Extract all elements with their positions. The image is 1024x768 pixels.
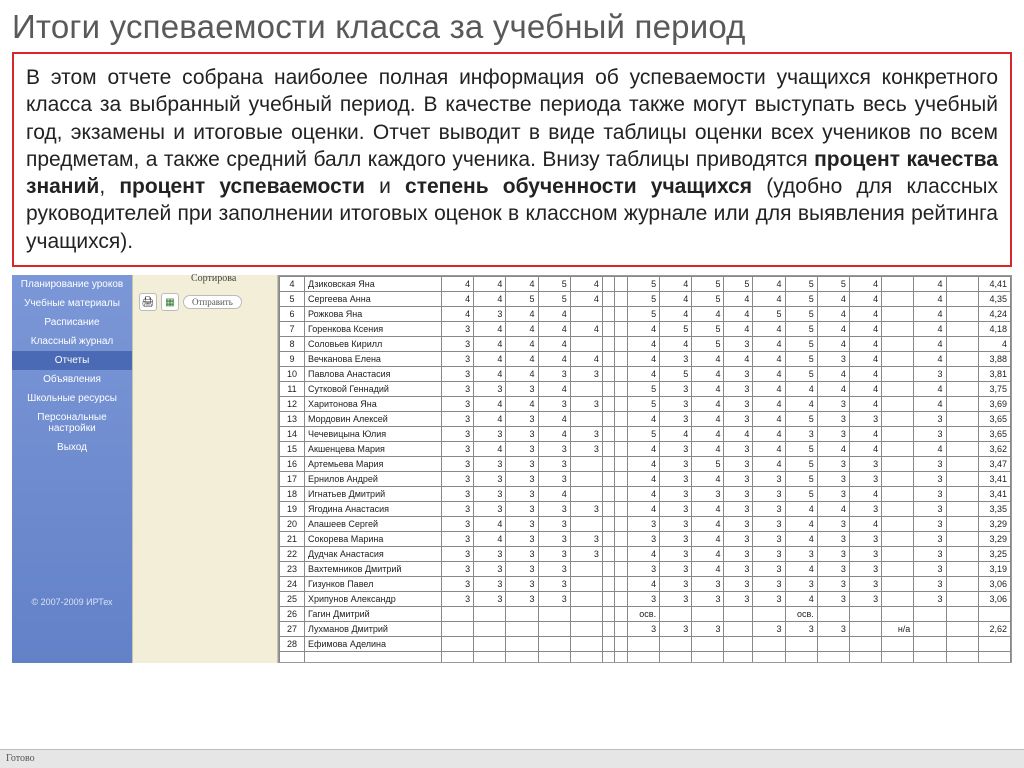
table-row: 13Мордовин Алексей34344343453333,65 [280, 412, 1011, 427]
table-row: 20Апашеев Сергей34333343343433,29 [280, 517, 1011, 532]
table-row: 22Дудчак Анастасия333334343333333,25 [280, 547, 1011, 562]
sidebar-item-resources[interactable]: Школьные ресурсы [12, 389, 132, 408]
table-row: 9Вечканова Елена344444344453443,88 [280, 352, 1011, 367]
copyright: © 2007-2009 ИРТех [12, 597, 132, 607]
excel-icon[interactable]: ▦ [161, 293, 179, 311]
table-row: 11Сутковой Геннадий33345343444443,75 [280, 382, 1011, 397]
table-row: 5Сергеева Анна445545454454444,35 [280, 292, 1011, 307]
table-row: 16Артемьева Мария33334353453333,47 [280, 457, 1011, 472]
table-row: 8Соловьев Кирилл34444453454444 [280, 337, 1011, 352]
table-row: 19Ягодина Анастасия333334343344333,35 [280, 502, 1011, 517]
grades-table-wrap[interactable]: 4Дзиковская Яна444545455455444,415Сергее… [278, 275, 1012, 663]
sidebar-item-schedule[interactable]: Расписание [12, 313, 132, 332]
grades-table: 4Дзиковская Яна444545455455444,415Сергее… [279, 276, 1011, 663]
table-row: 7Горенкова Ксения344444554454444,18 [280, 322, 1011, 337]
sidebar-item-reports[interactable]: Отчеты [12, 351, 132, 370]
sidebar-item-planning[interactable]: Планирование уроков [12, 275, 132, 294]
page-title: Итоги успеваемости класса за учебный пер… [12, 8, 1012, 46]
sidebar-item-settings[interactable]: Персональные настройки [12, 408, 132, 438]
table-row: 27Лухманов Дмитрий333333н/а2,62 [280, 622, 1011, 637]
table-row: 4Дзиковская Яна444545455455444,41 [280, 277, 1011, 292]
table-row: 10Павлова Анастасия344334543454433,81 [280, 367, 1011, 382]
app-window: Планирование уроков Учебные материалы Ра… [12, 275, 1012, 663]
table-row: 14Чечевицына Юлия333435444433433,65 [280, 427, 1011, 442]
table-row: 15Акшенцева Мария343334343454443,62 [280, 442, 1011, 457]
table-row: 24Гизунков Павел33334333333333,06 [280, 577, 1011, 592]
table-row: 17Ернилов Андрей33334343353333,41 [280, 472, 1011, 487]
toolbar-panel: Сортирова 🖨 ▦ Отправить [132, 275, 278, 663]
table-row: 25Хрипунов Александр33333333343333,06 [280, 592, 1011, 607]
sort-label: Сортирова [191, 273, 236, 284]
table-row [280, 652, 1011, 664]
sidebar-item-exit[interactable]: Выход [12, 438, 132, 457]
table-row: 21Сокорева Марина343333343343333,29 [280, 532, 1011, 547]
table-row: 23Вахтемников Дмитрий33333343343333,19 [280, 562, 1011, 577]
table-row: 12Харитонова Яна344335343443443,69 [280, 397, 1011, 412]
sidebar-item-announcements[interactable]: Объявления [12, 370, 132, 389]
table-row: 18Игнатьев Дмитрий33344333353433,41 [280, 487, 1011, 502]
table-row: 26Гагин Дмитрийосв.осв. [280, 607, 1011, 622]
description-text: В этом отчете собрана наиболее полная ин… [26, 64, 998, 255]
sidebar-item-materials[interactable]: Учебные материалы [12, 294, 132, 313]
sidebar: Планирование уроков Учебные материалы Ра… [12, 275, 132, 663]
print-icon[interactable]: 🖨 [139, 293, 157, 311]
status-bar: Готово [0, 749, 1024, 768]
sidebar-item-journal[interactable]: Классный журнал [12, 332, 132, 351]
description-box: В этом отчете собрана наиболее полная ин… [12, 52, 1012, 267]
table-row: 28Ефимова Аделина [280, 637, 1011, 652]
send-button[interactable]: Отправить [183, 295, 242, 309]
table-row: 6Рожкова Яна43445444554444,24 [280, 307, 1011, 322]
